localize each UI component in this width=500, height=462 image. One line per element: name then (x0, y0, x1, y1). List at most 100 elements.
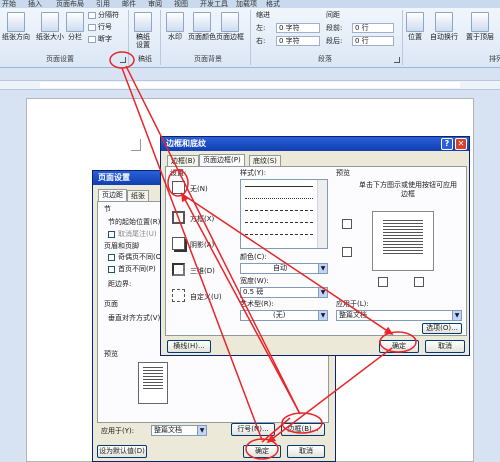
page-setup-launcher-icon[interactable] (120, 57, 126, 63)
tab-margins[interactable]: 页边距 (98, 189, 127, 201)
indent-right-label: 右: (256, 37, 266, 45)
bottom-border-icon[interactable] (342, 247, 352, 257)
chevron-down-icon: ▼ (452, 311, 461, 320)
bring-front-button[interactable]: 置于顶层 (466, 12, 494, 41)
options-button[interactable]: 选项(O)... (422, 323, 462, 334)
tab-mailings[interactable]: 邮件 (122, 0, 136, 8)
first-page-checkbox[interactable] (108, 266, 115, 273)
preview-lines (143, 367, 163, 391)
borders-ok-button[interactable]: 确定 (379, 340, 419, 353)
preview-lines (383, 220, 423, 256)
help-icon[interactable]: ? (441, 138, 453, 150)
apply-to-select[interactable]: 整篇文档 ▼ (336, 310, 462, 321)
columns-icon (66, 12, 84, 32)
width-title: 宽度(W): (240, 277, 269, 285)
page-setup-cancel-button[interactable]: 取消 (287, 445, 325, 458)
manuscript-icon (134, 12, 152, 32)
manuscript-settings-button[interactable]: 稿纸 设置 (134, 12, 152, 49)
indent-right-spinner[interactable]: 0 字符 (276, 36, 320, 46)
tab-paper[interactable]: 纸张 (127, 190, 149, 201)
tab-insert[interactable]: 插入 (28, 0, 42, 8)
group-separator (250, 10, 251, 65)
tab-shading[interactable]: 底纹(S) (249, 155, 281, 166)
setting-shadow-label[interactable]: 阴影(A) (190, 241, 214, 250)
style-option-long-dash[interactable] (245, 222, 313, 223)
arrange-group-label: 排列 (489, 55, 500, 63)
page-color-button[interactable]: 页面颜色 (188, 12, 216, 41)
borders-button[interactable]: 边框(B)... (281, 423, 325, 436)
tab-developer[interactable]: 开发工具 (200, 0, 228, 8)
indent-left-spinner[interactable]: 0 字符 (276, 23, 320, 33)
bring-front-label: 置于顶层 (466, 33, 494, 41)
page-borders-icon (221, 12, 239, 32)
color-select[interactable]: 自动 ▼ (240, 263, 328, 274)
style-scrollbar[interactable] (317, 180, 327, 248)
apply-to-value: 整篇文档 (154, 426, 182, 434)
tab-review[interactable]: 审阅 (148, 0, 162, 8)
setting-none-label[interactable]: 无(N) (190, 185, 208, 194)
orientation-button[interactable]: 纸张方向 (2, 12, 30, 41)
tab-format[interactable]: 格式 (266, 0, 280, 8)
tab-references[interactable]: 引用 (96, 0, 110, 8)
orientation-icon (7, 12, 25, 32)
setting-3d-icon[interactable] (172, 263, 185, 276)
page-setup-ok-button[interactable]: 确定 (243, 445, 281, 458)
odd-even-checkbox[interactable] (108, 254, 115, 261)
tab-addins[interactable]: 加载项 (236, 0, 257, 8)
right-border-icon[interactable] (414, 277, 424, 287)
setting-custom-icon[interactable] (172, 289, 185, 302)
breaks-icon (88, 12, 96, 19)
apply-to-select[interactable]: 整篇文档 ▼ (151, 425, 207, 436)
text-wrap-button[interactable]: 自动换行 (430, 12, 458, 41)
orientation-label: 纸张方向 (2, 33, 30, 41)
left-border-icon[interactable] (378, 277, 388, 287)
top-border-icon[interactable] (342, 219, 352, 229)
borders-cancel-button[interactable]: 取消 (425, 340, 465, 353)
preview-page[interactable] (372, 211, 434, 271)
tab-borders[interactable]: 边框(B) (167, 155, 200, 166)
page-section-title: 页面 (104, 300, 118, 308)
spacing-after-label: 段后: (326, 37, 343, 45)
width-value: 0.5 磅 (243, 288, 264, 296)
spacing-before-spinner[interactable]: 0 行 (352, 23, 394, 33)
cancel-endnotes-checkbox[interactable] (108, 231, 115, 238)
preview-title: 预览 (104, 350, 118, 358)
spacing-after-spinner[interactable]: 0 行 (352, 36, 394, 46)
set-default-button[interactable]: 设为默认值(D) (97, 445, 147, 458)
manuscript-settings-label: 稿纸 设置 (136, 33, 150, 49)
tab-home[interactable]: 开始 (2, 0, 16, 8)
tab-view[interactable]: 视图 (174, 0, 188, 8)
hyphenation-button[interactable]: 断字 (88, 35, 112, 44)
width-select[interactable]: 0.5 磅 ▼ (240, 287, 328, 298)
line-numbers-button[interactable]: 行号(N)... (231, 423, 275, 436)
art-select[interactable]: (无) ▼ (240, 310, 328, 321)
group-separator (128, 10, 129, 65)
paper-size-button[interactable]: 纸张大小 (36, 12, 64, 41)
setting-3d-label[interactable]: 三维(D) (190, 267, 215, 276)
columns-label: 分栏 (68, 33, 82, 41)
close-icon[interactable]: ✕ (455, 138, 467, 150)
page-borders-button[interactable]: 页面边框 (216, 12, 244, 41)
style-listbox[interactable] (240, 179, 328, 249)
horizontal-line-button[interactable]: 横线(H)... (167, 340, 211, 353)
columns-button[interactable]: 分栏 (66, 12, 84, 41)
setting-box-icon[interactable] (172, 211, 185, 224)
setting-custom-label[interactable]: 自定义(U) (190, 293, 222, 302)
style-option-dashed[interactable] (245, 210, 313, 211)
setting-shadow-icon[interactable] (172, 237, 185, 250)
tab-page-layout[interactable]: 页面布局 (56, 0, 84, 8)
style-option-solid[interactable] (245, 186, 313, 187)
paragraph-launcher-icon[interactable] (394, 57, 400, 63)
breaks-button[interactable]: 分隔符 (88, 11, 119, 20)
setting-none-icon[interactable] (172, 181, 185, 194)
borders-titlebar: 边框和底纹 ? ✕ (161, 137, 469, 151)
style-option-dash-dot[interactable] (245, 234, 313, 235)
position-button[interactable]: 位置 (406, 12, 424, 41)
setting-box-label[interactable]: 方框(X) (190, 215, 214, 224)
line-numbers-ribbon-button[interactable]: 行号 (88, 23, 112, 32)
chevron-down-icon: ▼ (318, 311, 327, 320)
style-option-dotted[interactable] (245, 198, 313, 199)
page-setup-title: 页面设置 (98, 173, 130, 182)
watermark-button[interactable]: 水印 (166, 12, 184, 41)
tab-page-border[interactable]: 页面边框(P) (199, 154, 245, 166)
